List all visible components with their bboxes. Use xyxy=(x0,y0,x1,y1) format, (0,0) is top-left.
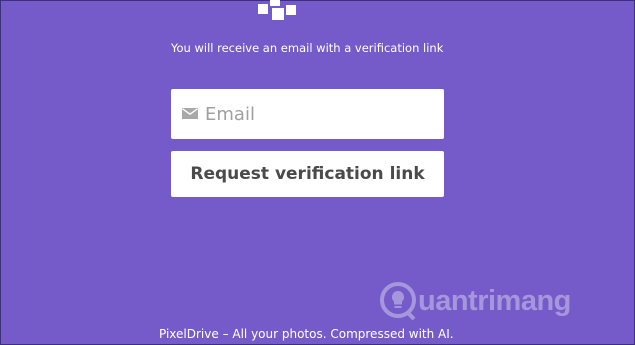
email-field-container[interactable] xyxy=(171,89,444,139)
watermark-text: uantrimang xyxy=(418,284,571,317)
lightbulb-icon xyxy=(380,282,416,321)
watermark: uantrimang xyxy=(379,278,571,324)
footer-text: PixelDrive – All your photos. Compressed… xyxy=(159,327,454,341)
email-input[interactable] xyxy=(205,89,435,139)
pixeldrive-logo-icon xyxy=(258,0,298,22)
mail-icon xyxy=(182,108,198,119)
request-verification-button[interactable]: Request verification link xyxy=(171,151,444,197)
instructions-text: You will receive an email with a verific… xyxy=(171,41,444,55)
